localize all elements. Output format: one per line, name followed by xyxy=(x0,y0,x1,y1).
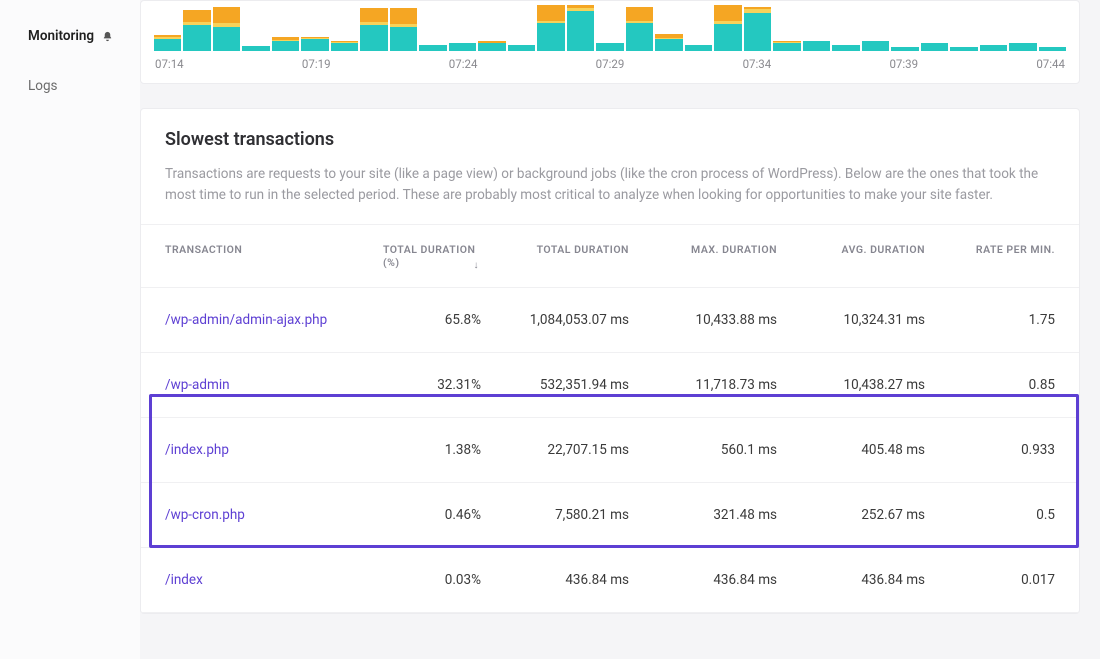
chart-bar[interactable] xyxy=(1039,5,1066,51)
column-header-transaction[interactable]: TRANSACTION xyxy=(165,243,383,269)
x-axis-tick: 07:24 xyxy=(449,57,478,71)
column-header-avg-duration[interactable]: AVG. DURATION xyxy=(777,243,925,269)
chart-bar[interactable] xyxy=(213,5,240,51)
bell-icon xyxy=(100,29,114,43)
slowest-transactions-card: Slowest transactions Transactions are re… xyxy=(140,108,1080,614)
cell-avg-duration: 10,324.31 ms xyxy=(777,312,925,328)
chart-bar[interactable] xyxy=(390,5,417,51)
sidebar-item-label: Monitoring xyxy=(28,28,94,44)
x-axis-tick: 07:29 xyxy=(596,57,625,71)
cell-total-duration: 436.84 ms xyxy=(481,572,629,588)
transaction-link[interactable]: /index xyxy=(165,572,203,588)
transaction-link[interactable]: /wp-cron.php xyxy=(165,507,245,523)
cell-total-duration: 1,084,053.07 ms xyxy=(481,312,629,328)
column-header-max-duration[interactable]: MAX. DURATION xyxy=(629,243,777,269)
cell-total-duration: 22,707.15 ms xyxy=(481,442,629,458)
cell-rate: 0.85 xyxy=(925,377,1055,393)
cell-avg-duration: 10,438.27 ms xyxy=(777,377,925,393)
transaction-link[interactable]: /wp-admin/admin-ajax.php xyxy=(165,312,327,328)
chart-bar[interactable] xyxy=(862,5,889,51)
chart-bar[interactable] xyxy=(685,5,712,51)
sidebar-item-label: Logs xyxy=(28,78,58,94)
column-header-total-duration-pct[interactable]: TOTAL DURATION (%) ↓ xyxy=(383,243,481,269)
x-axis-tick: 07:39 xyxy=(889,57,918,71)
table-row: /index0.03%436.84 ms436.84 ms436.84 ms0.… xyxy=(141,548,1079,613)
transaction-link[interactable]: /index.php xyxy=(165,442,229,458)
cell-max-duration: 10,433.88 ms xyxy=(629,312,777,328)
chart-bar[interactable] xyxy=(950,5,977,51)
cell-rate: 0.017 xyxy=(925,572,1055,588)
table-header-row: TRANSACTION TOTAL DURATION (%) ↓ TOTAL D… xyxy=(141,224,1079,288)
chart-bar[interactable] xyxy=(744,5,771,51)
chart-bar[interactable] xyxy=(714,5,741,51)
chart-bar[interactable] xyxy=(301,5,328,51)
main-content: 07:14 07:19 07:24 07:29 07:34 07:39 07:44 Slow… xyxy=(140,0,1100,659)
card-header: Slowest transactions Transactions are re… xyxy=(141,109,1079,224)
cell-avg-duration: 436.84 ms xyxy=(777,572,925,588)
cell-rate: 0.933 xyxy=(925,442,1055,458)
chart-bar[interactable] xyxy=(272,5,299,51)
cell-pct: 0.03% xyxy=(383,572,481,588)
chart-bar[interactable] xyxy=(478,5,505,51)
cell-pct: 0.46% xyxy=(383,507,481,523)
sidebar: Monitoring Logs xyxy=(0,0,140,659)
chart-bar[interactable] xyxy=(626,5,653,51)
x-axis-tick: 07:19 xyxy=(302,57,331,71)
card-title: Slowest transactions xyxy=(165,129,1055,150)
chart-bar[interactable] xyxy=(419,5,446,51)
x-axis-tick: 07:44 xyxy=(1036,57,1065,71)
stacked-bar-chart xyxy=(153,1,1067,51)
cell-max-duration: 560.1 ms xyxy=(629,442,777,458)
chart-bar[interactable] xyxy=(655,5,682,51)
cell-max-duration: 11,718.73 ms xyxy=(629,377,777,393)
x-axis-tick: 07:14 xyxy=(155,57,184,71)
chart-bar[interactable] xyxy=(537,5,564,51)
transaction-link[interactable]: /wp-admin xyxy=(165,377,230,393)
x-axis-tick: 07:34 xyxy=(743,57,772,71)
chart-bar[interactable] xyxy=(832,5,859,51)
chart-bar[interactable] xyxy=(449,5,476,51)
chart-x-axis: 07:14 07:19 07:24 07:29 07:34 07:39 07:44 xyxy=(153,51,1067,79)
chart-bar[interactable] xyxy=(1009,5,1036,51)
chart-bar[interactable] xyxy=(183,5,210,51)
chart-bar[interactable] xyxy=(154,5,181,51)
chart-bar[interactable] xyxy=(596,5,623,51)
cell-total-duration: 532,351.94 ms xyxy=(481,377,629,393)
chart-bar[interactable] xyxy=(508,5,535,51)
timeline-chart-card: 07:14 07:19 07:24 07:29 07:34 07:39 07:44 xyxy=(140,0,1080,84)
cell-avg-duration: 252.67 ms xyxy=(777,507,925,523)
cell-max-duration: 436.84 ms xyxy=(629,572,777,588)
table-body: /wp-admin/admin-ajax.php 65.8%1,084,053.0… xyxy=(141,288,1079,613)
chart-bar[interactable] xyxy=(360,5,387,51)
cell-rate: 0.5 xyxy=(925,507,1055,523)
cell-pct: 65.8% xyxy=(383,312,481,328)
cell-max-duration: 321.48 ms xyxy=(629,507,777,523)
cell-pct: 1.38% xyxy=(383,442,481,458)
chart-bar[interactable] xyxy=(773,5,800,51)
column-header-rate-per-min[interactable]: RATE PER MIN. xyxy=(925,243,1055,269)
sort-descending-icon: ↓ xyxy=(474,260,480,271)
chart-bar[interactable] xyxy=(921,5,948,51)
chart-bar[interactable] xyxy=(242,5,269,51)
table-row: /wp-admin/admin-ajax.php 65.8%1,084,053.0… xyxy=(141,288,1079,353)
sidebar-item-logs[interactable]: Logs xyxy=(0,72,140,100)
chart-bar[interactable] xyxy=(803,5,830,51)
chart-bar[interactable] xyxy=(891,5,918,51)
column-header-total-duration[interactable]: TOTAL DURATION xyxy=(481,243,629,269)
cell-rate: 1.75 xyxy=(925,312,1055,328)
table-row: /wp-admin 32.31%532,351.94 ms11,718.73 ms… xyxy=(141,353,1079,418)
sidebar-item-monitoring[interactable]: Monitoring xyxy=(0,22,140,50)
chart-bar[interactable] xyxy=(567,5,594,51)
chart-bar[interactable] xyxy=(331,5,358,51)
table-row: /wp-cron.php 0.46%7,580.21 ms321.48 ms252… xyxy=(141,483,1079,548)
card-description: Transactions are requests to your site (… xyxy=(165,164,1055,206)
cell-pct: 32.31% xyxy=(383,377,481,393)
cell-avg-duration: 405.48 ms xyxy=(777,442,925,458)
cell-total-duration: 7,580.21 ms xyxy=(481,507,629,523)
chart-bar[interactable] xyxy=(980,5,1007,51)
table-row: /index.php 1.38%22,707.15 ms560.1 ms405.4… xyxy=(141,418,1079,483)
